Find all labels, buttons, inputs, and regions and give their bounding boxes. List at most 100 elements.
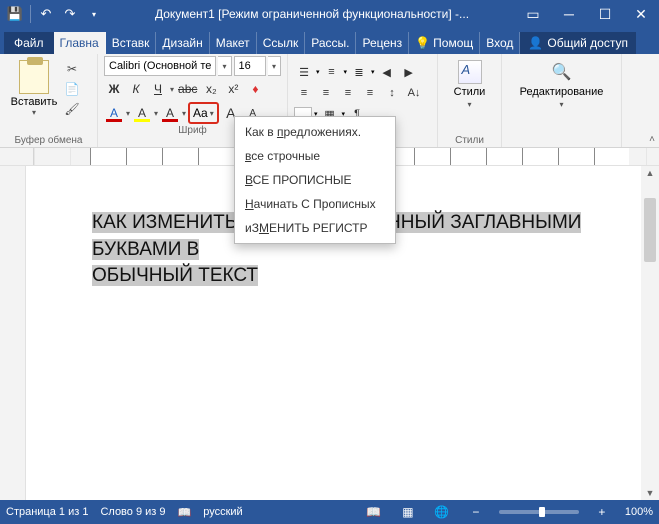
- group-clipboard: Вставить ▾ ✂ 📄 🖌 Буфер обмена: [0, 54, 98, 147]
- copy-button[interactable]: 📄: [62, 80, 82, 98]
- increase-indent-button[interactable]: ▶: [399, 63, 419, 81]
- window-controls: ▭ ─ ☐ ✕: [515, 0, 659, 28]
- line-spacing-button[interactable]: ↕: [382, 84, 402, 102]
- editing-label: Редактирование: [520, 86, 604, 98]
- tab-help[interactable]: 💡 Помощ: [409, 32, 480, 54]
- ribbon-tabs: Файл Главна Вставк Дизайн Макет Ссылк Ра…: [0, 28, 659, 54]
- zoom-slider[interactable]: [499, 510, 579, 514]
- lightbulb-icon: 💡: [415, 36, 430, 50]
- page-indicator[interactable]: Страница 1 из 1: [6, 506, 88, 518]
- group-label-styles: Стили: [455, 134, 484, 147]
- text-effects-button[interactable]: A: [104, 103, 124, 123]
- group-editing: 🔍 Редактирование ▾: [502, 54, 622, 147]
- change-case-button[interactable]: Aa ▾: [188, 102, 219, 124]
- italic-button[interactable]: К: [126, 79, 146, 99]
- font-size-drop[interactable]: ▾: [268, 56, 281, 76]
- share-button[interactable]: 👤 Общий доступ: [520, 32, 636, 54]
- ribbon: Вставить ▾ ✂ 📄 🖌 Буфер обмена Calibri (О…: [0, 54, 659, 148]
- font-name-drop[interactable]: ▾: [218, 56, 231, 76]
- tab-design[interactable]: Дизайн: [156, 32, 209, 54]
- paste-label: Вставить: [11, 96, 58, 108]
- undo-button[interactable]: ↶: [35, 3, 57, 25]
- zoom-out-button[interactable]: −: [465, 503, 487, 521]
- maximize-button[interactable]: ☐: [587, 0, 623, 28]
- justify-button[interactable]: ≡: [360, 84, 380, 102]
- font-name-combo[interactable]: Calibri (Основной те: [104, 56, 216, 76]
- tab-mailings[interactable]: Рассы.: [305, 32, 356, 54]
- scroll-up-icon[interactable]: ▲: [646, 168, 655, 178]
- web-layout-button[interactable]: 🌐: [431, 503, 453, 521]
- separator: [30, 5, 31, 23]
- tab-login[interactable]: Вход: [480, 32, 520, 54]
- close-button[interactable]: ✕: [623, 0, 659, 28]
- case-sentence[interactable]: Как в предложениях.: [235, 120, 395, 144]
- change-case-label: Aa: [193, 106, 208, 120]
- format-painter-button[interactable]: 🖌: [62, 100, 82, 118]
- font-size-combo[interactable]: 16: [234, 56, 266, 76]
- paste-button[interactable]: Вставить ▾: [6, 56, 62, 134]
- scroll-down-icon[interactable]: ▼: [646, 488, 655, 498]
- tab-references[interactable]: Ссылк: [257, 32, 306, 54]
- subscript-button[interactable]: x₂: [201, 79, 221, 99]
- decrease-indent-button[interactable]: ◀: [377, 63, 397, 81]
- styles-icon: A: [458, 60, 482, 84]
- tab-file[interactable]: Файл: [4, 32, 54, 54]
- scroll-thumb[interactable]: [644, 198, 656, 262]
- vertical-scrollbar[interactable]: ▲ ▼: [641, 166, 659, 500]
- underline-button[interactable]: Ч: [148, 79, 168, 99]
- print-layout-button[interactable]: ▦: [397, 503, 419, 521]
- case-capitalize[interactable]: Начинать С Прописных: [235, 192, 395, 216]
- search-icon: 🔍: [549, 60, 573, 84]
- superscript-button[interactable]: x²: [223, 79, 243, 99]
- tab-home[interactable]: Главна: [54, 32, 106, 54]
- group-styles: A Стили ▾ Стили: [438, 54, 502, 147]
- align-center-button[interactable]: ≡: [316, 84, 336, 102]
- spellcheck-icon[interactable]: 📖: [178, 506, 192, 519]
- strikethrough-button[interactable]: abc: [176, 79, 199, 99]
- quick-access-toolbar: 💾 ↶ ↷ ▾: [0, 3, 109, 25]
- editing-button[interactable]: 🔍 Редактирование ▾: [520, 60, 604, 109]
- align-left-button[interactable]: ≡: [294, 84, 314, 102]
- ruler-corner: [0, 148, 34, 165]
- font-color-button[interactable]: A: [160, 103, 180, 123]
- redo-button[interactable]: ↷: [59, 3, 81, 25]
- tab-layout[interactable]: Макет: [210, 32, 257, 54]
- help-label: Помощ: [433, 36, 473, 50]
- collapse-ribbon-button[interactable]: ˄: [649, 134, 655, 145]
- styles-label: Стили: [454, 86, 486, 98]
- qat-customize[interactable]: ▾: [83, 3, 105, 25]
- multilevel-button[interactable]: ≣: [349, 63, 369, 81]
- case-toggle[interactable]: иЗМЕНИТЬ РЕГИСТР: [235, 216, 395, 240]
- status-bar: Страница 1 из 1 Слово 9 из 9 📖 русский 📖…: [0, 500, 659, 524]
- group-label-clipboard: Буфер обмена: [6, 134, 91, 147]
- styles-button[interactable]: A Стили ▾: [446, 60, 494, 109]
- tab-insert[interactable]: Вставк: [106, 32, 157, 54]
- cut-button[interactable]: ✂: [62, 60, 82, 78]
- save-button[interactable]: 💾: [4, 3, 26, 25]
- bullets-button[interactable]: ☰: [294, 63, 314, 81]
- clear-formatting-button[interactable]: ♦: [245, 79, 265, 99]
- numbering-button[interactable]: ≡: [322, 63, 342, 81]
- clipboard-icon: [19, 60, 49, 94]
- highlight-button[interactable]: A: [132, 103, 152, 123]
- word-count[interactable]: Слово 9 из 9: [100, 506, 165, 518]
- title-bar: 💾 ↶ ↷ ▾ Документ1 [Режим ограниченной фу…: [0, 0, 659, 28]
- zoom-in-button[interactable]: +: [591, 503, 613, 521]
- window-title: Документ1 [Режим ограниченной функционал…: [109, 7, 515, 21]
- zoom-level[interactable]: 100%: [625, 506, 653, 518]
- tab-review[interactable]: Реценз: [356, 32, 409, 54]
- ribbon-display-options[interactable]: ▭: [515, 0, 551, 28]
- person-icon: 👤: [528, 36, 543, 50]
- align-right-button[interactable]: ≡: [338, 84, 358, 102]
- case-upper[interactable]: ВСЕ ПРОПИСНЫЕ: [235, 168, 395, 192]
- sort-button[interactable]: A↓: [404, 84, 424, 102]
- chevron-down-icon: ▾: [210, 109, 214, 118]
- read-mode-button[interactable]: 📖: [363, 503, 385, 521]
- case-lower[interactable]: все строчные: [235, 144, 395, 168]
- bold-button[interactable]: Ж: [104, 79, 124, 99]
- vertical-ruler[interactable]: [0, 166, 26, 500]
- minimize-button[interactable]: ─: [551, 0, 587, 28]
- change-case-menu: Как в предложениях. все строчные ВСЕ ПРО…: [234, 116, 396, 244]
- selected-text[interactable]: ОБЫЧНЫЙ ТЕКСТ: [92, 265, 258, 286]
- language-indicator[interactable]: русский: [203, 506, 242, 518]
